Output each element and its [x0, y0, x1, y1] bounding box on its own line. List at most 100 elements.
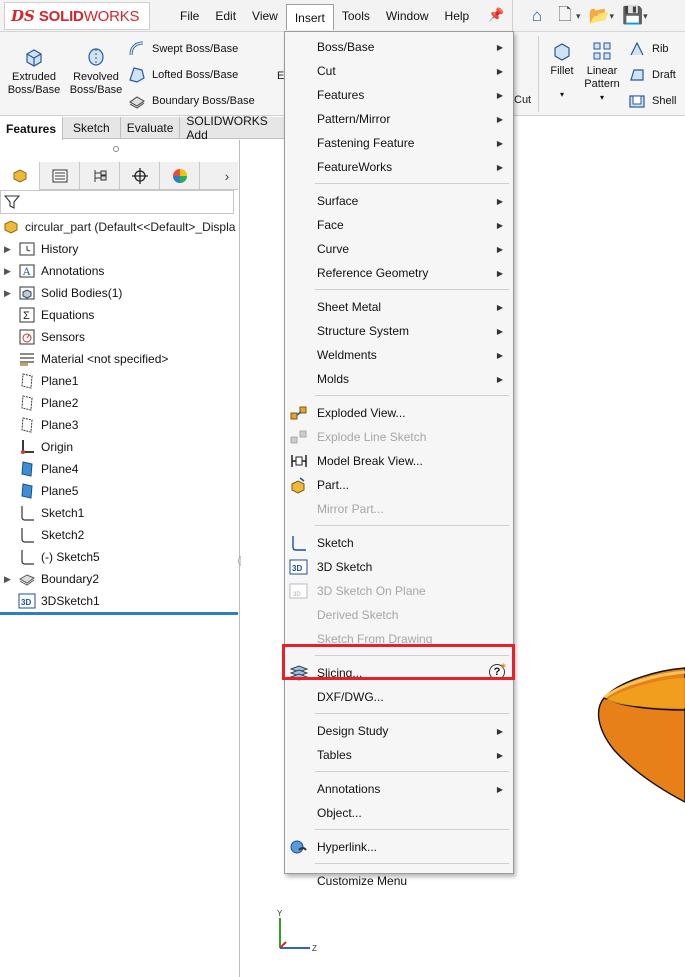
tree-item[interactable]: Origin — [0, 436, 238, 458]
insert-menu-item-sketch[interactable]: Sketch — [285, 531, 513, 555]
insert-menu-item-part[interactable]: Part... — [285, 473, 513, 497]
tab-configuration-manager[interactable] — [80, 162, 120, 190]
fillet-button[interactable]: Fillet ▾ — [544, 40, 580, 101]
plane-icon — [18, 372, 36, 390]
tab-dimxpert-manager[interactable] — [120, 162, 160, 190]
menu-tools[interactable]: Tools — [334, 4, 378, 28]
tree-item[interactable]: 3D 3DSketch1 — [0, 590, 238, 612]
tab-sketch[interactable]: Sketch — [63, 117, 121, 139]
chevron-down-icon[interactable]: ▾ — [560, 88, 564, 101]
insert-menu-item-face[interactable]: Face ▶ — [285, 213, 513, 237]
tab-solidworks-addins[interactable]: SOLIDWORKS Add — [180, 114, 285, 142]
insert-menu-item-customize-menu[interactable]: Customize Menu — [285, 869, 513, 893]
feature-tree-root[interactable]: circular_part (Default<<Default>_Displa — [2, 218, 235, 236]
menu-view[interactable]: View — [244, 4, 286, 28]
tree-item[interactable]: Plane5 — [0, 480, 238, 502]
insert-menu-item-model-break-view[interactable]: Model Break View... — [285, 449, 513, 473]
rollback-bar[interactable] — [0, 612, 238, 615]
insert-menu-item-tables[interactable]: Tables ▶ — [285, 743, 513, 767]
save-icon[interactable]: 💾 — [622, 6, 643, 26]
insert-menu-item-surface[interactable]: Surface ▶ — [285, 189, 513, 213]
chevron-down-icon[interactable]: ▾ — [643, 11, 648, 22]
tree-item[interactable]: (-) Sketch5 — [0, 546, 238, 568]
menu-insert[interactable]: Insert — [285, 4, 334, 30]
swept-boss-label: Swept Boss/Base — [152, 43, 239, 55]
chevron-down-icon[interactable]: ▾ — [600, 91, 604, 104]
tree-item[interactable]: ▶ Boundary2 — [0, 568, 238, 590]
insert-menu-item-molds[interactable]: Molds ▶ — [285, 367, 513, 391]
pin-menu-icon[interactable]: 📌 — [488, 7, 504, 23]
new-document-icon[interactable]: 🗋 — [555, 2, 575, 31]
expand-arrow-icon[interactable]: ▶ — [0, 244, 14, 255]
menu-file[interactable]: File — [172, 4, 207, 28]
draft-button[interactable]: Draft — [628, 66, 676, 84]
insert-menu-item-boss-base[interactable]: Boss/Base ▶ — [285, 35, 513, 59]
insert-menu-item-annotations[interactable]: Annotations ▶ — [285, 777, 513, 801]
insert-menu-item-sheet-metal[interactable]: Sheet Metal ▶ — [285, 295, 513, 319]
open-folder-icon[interactable]: 📂 — [589, 6, 610, 26]
tree-item[interactable]: Sketch1 — [0, 502, 238, 524]
tree-item[interactable]: ▶ Solid Bodies(1) — [0, 282, 238, 304]
insert-menu-item-curve[interactable]: Curve ▶ — [285, 237, 513, 261]
insert-menu-item-structure-system[interactable]: Structure System ▶ — [285, 319, 513, 343]
insert-menu-item-dxf-dwg[interactable]: DXF/DWG... — [285, 685, 513, 709]
expand-arrow-icon[interactable]: ▶ — [0, 288, 14, 299]
rib-button[interactable]: Rib — [628, 40, 669, 58]
chevron-down-icon[interactable]: ▾ — [576, 11, 581, 22]
plane-filled-icon — [18, 460, 36, 478]
panel-grip-handle[interactable] — [113, 146, 119, 152]
tree-item[interactable]: Plane4 — [0, 458, 238, 480]
expand-arrow-icon[interactable]: ▶ — [0, 266, 14, 277]
insert-menu-item-object[interactable]: Object... — [285, 801, 513, 825]
shell-button[interactable]: Shell — [628, 92, 676, 110]
menu-help[interactable]: Help — [437, 4, 478, 28]
menu-item-label: Fastening Feature — [317, 136, 415, 150]
filter-icon[interactable] — [4, 194, 20, 210]
insert-menu-item-fastening-feature[interactable]: Fastening Feature ▶ — [285, 131, 513, 155]
swept-boss-base-button[interactable]: Swept Boss/Base — [128, 40, 238, 58]
root-part-label: circular_part (Default<<Default>_Displa — [25, 220, 236, 234]
insert-menu-item-exploded-view[interactable]: Exploded View... — [285, 401, 513, 425]
expand-arrow-icon[interactable]: ▶ — [0, 574, 14, 585]
tab-evaluate[interactable]: Evaluate — [121, 117, 181, 139]
menu-window[interactable]: Window — [378, 4, 437, 28]
linear-pattern-button[interactable]: Linear Pattern ▾ — [582, 40, 622, 104]
insert-menu-item-reference-geometry[interactable]: Reference Geometry ▶ — [285, 261, 513, 285]
revolved-boss-base-button[interactable]: Revolved Boss/Base — [68, 46, 124, 97]
tab-features[interactable]: Features — [0, 117, 64, 140]
tab-display-manager[interactable] — [160, 162, 200, 190]
tree-item[interactable]: Plane2 — [0, 392, 238, 414]
insert-menu-item-weldments[interactable]: Weldments ▶ — [285, 343, 513, 367]
model-part-body[interactable] — [590, 650, 685, 810]
tab-feature-tree[interactable] — [0, 162, 40, 190]
extruded-boss-base-button[interactable]: Extruded Boss/Base — [6, 46, 62, 97]
chevron-down-icon[interactable]: ▾ — [610, 11, 615, 22]
insert-menu-item-hyperlink[interactable]: Hyperlink... — [285, 835, 513, 859]
tree-item[interactable]: Plane1 — [0, 370, 238, 392]
tree-item[interactable]: Plane3 — [0, 414, 238, 436]
insert-menu-item-design-study[interactable]: Design Study ▶ — [285, 719, 513, 743]
menu-separator — [315, 771, 509, 772]
tree-item[interactable]: Σ Equations — [0, 304, 238, 326]
shell-icon — [629, 95, 645, 108]
tree-item-label: History — [41, 242, 79, 256]
insert-menu-item-pattern-mirror[interactable]: Pattern/Mirror ▶ — [285, 107, 513, 131]
tree-item[interactable]: Sketch2 — [0, 524, 238, 546]
boundary-boss-base-button[interactable]: Boundary Boss/Base — [128, 92, 255, 110]
tree-item[interactable]: Material <not specified> — [0, 348, 238, 370]
home-icon[interactable]: ⌂ — [527, 6, 547, 26]
plane-icon — [18, 416, 36, 434]
menu-edit[interactable]: Edit — [207, 4, 244, 28]
tree-item[interactable]: Sensors — [0, 326, 238, 348]
solidworks-logo[interactable]: DS SOLIDWORKS — [4, 2, 150, 30]
feature-tree-filter[interactable] — [0, 190, 234, 214]
insert-menu-item-cut[interactable]: Cut ▶ — [285, 59, 513, 83]
tree-item[interactable]: ▶ A Annotations — [0, 260, 238, 282]
chevron-right-icon[interactable]: › — [216, 162, 238, 189]
insert-menu-item-3d-sketch[interactable]: 3D 3D Sketch — [285, 555, 513, 579]
lofted-boss-base-button[interactable]: Lofted Boss/Base — [128, 66, 238, 84]
tree-item[interactable]: ▶ History — [0, 238, 238, 260]
insert-menu-item-featureworks[interactable]: FeatureWorks ▶ — [285, 155, 513, 179]
tab-property-manager[interactable] — [40, 162, 80, 190]
insert-menu-item-features[interactable]: Features ▶ — [285, 83, 513, 107]
